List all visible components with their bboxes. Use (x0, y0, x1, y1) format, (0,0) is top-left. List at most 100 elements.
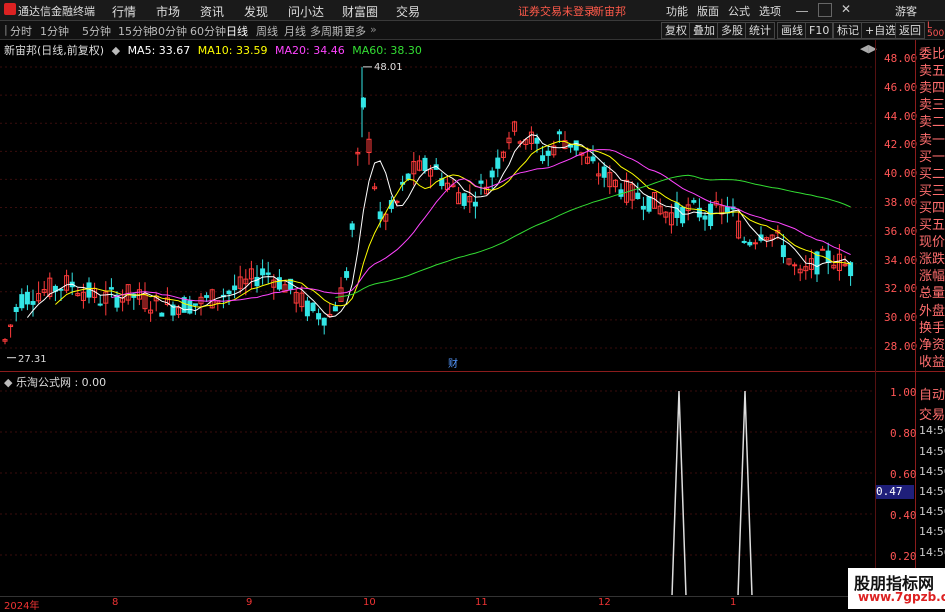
tab-60min[interactable]: 60分钟 (190, 23, 226, 39)
ma-legend: 新宙邦(日线,前复权) ◆ MA5: 33.67 MA10: 33.59 MA2… (4, 42, 426, 58)
menu-gongshi[interactable]: 公式 (728, 3, 750, 19)
ma60-label: MA60: 38.30 (352, 44, 422, 57)
candle-body (344, 271, 350, 278)
candle-body (556, 131, 562, 135)
menu-faxian[interactable]: 发现 (244, 3, 268, 20)
f10-button[interactable]: F10 (805, 22, 834, 39)
price-tick: 30.00 (884, 311, 918, 325)
price-tick: 32.00 (884, 282, 918, 296)
candle-body (24, 291, 30, 305)
sub-axis-tick: 0.20 (890, 550, 917, 563)
tab-1min[interactable]: 1分钟 (40, 23, 69, 39)
menu-banmian[interactable]: 版面 (697, 3, 719, 19)
candle-body (825, 250, 831, 263)
ma10-line (55, 140, 851, 308)
trade-time-label: 14:56 (919, 464, 945, 478)
candle-body (780, 245, 786, 258)
menu-shichang[interactable]: 市场 (156, 3, 180, 20)
candle-body (159, 312, 165, 317)
candle-body (691, 200, 697, 203)
ma5-line (27, 134, 851, 318)
candle-body (13, 306, 19, 313)
candle-body (204, 295, 210, 298)
candle-body (405, 173, 411, 180)
candle-body (590, 156, 596, 162)
candle-body (260, 268, 266, 276)
high-annotation: 48.01 (374, 62, 403, 73)
candle-body (321, 317, 327, 326)
ma20-line (111, 149, 851, 302)
ma10-label: MA10: 33.59 (197, 44, 268, 57)
maximize-icon[interactable] (818, 3, 832, 17)
sub-axis-tick: 0.80 (890, 427, 917, 440)
candle-body (489, 170, 495, 178)
chevron-right-icon[interactable]: » (370, 23, 377, 36)
menu-wenxiaoda[interactable]: 问小达 (288, 3, 324, 20)
price-tick: 36.00 (884, 224, 918, 238)
price-tick: 28.00 (884, 340, 918, 353)
x-tick-aug: 8 (112, 597, 119, 608)
x-tick-sep: 9 (246, 597, 253, 608)
watermark-url: www.7gpzb.com (858, 590, 945, 604)
sub-indicator-chart[interactable] (0, 373, 915, 595)
candle-body (702, 215, 708, 220)
chevron-left-icon[interactable]: | (4, 23, 8, 36)
date-axis: 2024年 8 9 10 11 12 1 (0, 596, 915, 612)
stats-button[interactable]: 统计 (745, 22, 775, 39)
candle-body (752, 242, 758, 245)
x-tick-oct: 10 (363, 597, 376, 608)
minimize-icon[interactable] (796, 3, 808, 12)
draw-line-button[interactable]: 画线 (777, 22, 807, 39)
candle-body (635, 192, 641, 200)
candle-body (265, 272, 271, 275)
candle-body (495, 157, 501, 169)
candle-body (747, 241, 753, 246)
candle-body (461, 193, 467, 206)
candle-body (30, 301, 36, 305)
tab-daily[interactable]: 日线 (226, 23, 248, 39)
candle-body (304, 300, 310, 317)
menu-hangqing[interactable]: 行情 (112, 3, 136, 20)
menu-caifuquan[interactable]: 财富圈 (342, 3, 378, 20)
price-tick: 40.00 (884, 167, 918, 181)
mark-button[interactable]: 标记 (833, 22, 863, 39)
overlay-button[interactable]: 叠加 (689, 22, 719, 39)
event-marker: 财 (448, 357, 458, 370)
login-status[interactable]: 证券交易未登录 (518, 3, 595, 19)
multi-stock-button[interactable]: 多股 (717, 22, 747, 39)
candle-body (640, 205, 646, 210)
candle-body (377, 211, 383, 220)
tab-15min[interactable]: 15分钟 (118, 23, 154, 39)
candle-body (108, 287, 114, 290)
tab-more[interactable]: 更多 (344, 23, 366, 39)
x-tick-nov: 11 (475, 597, 488, 608)
tab-fenshi[interactable]: 分时 (10, 23, 32, 39)
candle-body (226, 290, 232, 295)
candle-body (848, 262, 854, 277)
candlestick-chart[interactable]: 48.01 27.31 财 (0, 40, 915, 370)
back-button[interactable]: 返回 (895, 22, 925, 39)
candle-body (646, 196, 652, 212)
tab-monthly[interactable]: 月线 (284, 23, 306, 39)
period-tab-bar: | 分时 1分钟 5分钟 15分钟 30分钟 60分钟 日线 周线 月线 多周期… (0, 21, 945, 40)
price-tick: 48.00 (884, 52, 918, 65)
tab-5min[interactable]: 5分钟 (82, 23, 111, 39)
price-tick: 34.00 (884, 253, 918, 267)
guest-label[interactable]: 游客 (895, 3, 917, 19)
settings-dot-icon[interactable]: ◆ (112, 44, 120, 57)
close-icon[interactable]: ✕ (840, 3, 852, 15)
menu-xuanxiang[interactable]: 选项 (759, 3, 781, 19)
l500-badge: L 500 (927, 21, 945, 39)
menu-jiaoyi[interactable]: 交易 (396, 3, 420, 20)
sub-axis-tick: 0.60 (890, 468, 917, 481)
tab-30min[interactable]: 30分钟 (151, 23, 187, 39)
menu-zixun[interactable]: 资讯 (200, 3, 224, 20)
tab-multi-period[interactable]: 多周期 (310, 23, 343, 39)
sub-axis-tick: 0.40 (890, 509, 917, 522)
candle-body (820, 248, 826, 251)
tab-weekly[interactable]: 周线 (256, 23, 278, 39)
menu-gongneng[interactable]: 功能 (666, 3, 688, 19)
fuquan-button[interactable]: 复权 (661, 22, 691, 39)
candle-body (741, 240, 747, 243)
trade-time-label: 14:56 (919, 424, 945, 438)
